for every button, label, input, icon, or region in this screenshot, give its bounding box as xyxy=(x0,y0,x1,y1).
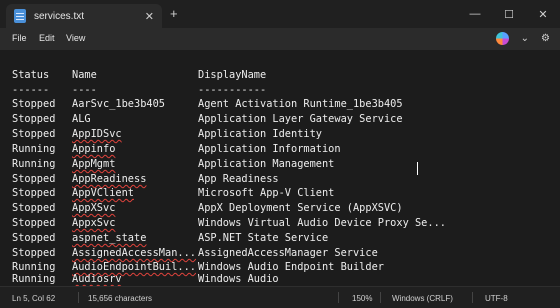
text-editor[interactable]: Status Name DisplayName ------ ---- ----… xyxy=(0,50,560,286)
new-tab-button[interactable]: + xyxy=(170,7,178,20)
row-status: Running xyxy=(12,273,56,285)
menu-view[interactable]: View xyxy=(66,33,85,43)
row-name: Audiosrv xyxy=(72,273,122,285)
cursor-position: Ln 5, Col 62 xyxy=(12,294,56,303)
row-displayname: AssignedAccessManager Service xyxy=(198,247,378,259)
row-displayname: Windows Audio xyxy=(198,273,279,285)
row-status: Stopped xyxy=(12,217,56,229)
row-status: Stopped xyxy=(12,187,56,199)
header-displayname: DisplayName xyxy=(198,69,267,81)
row-displayname: ASP.NET State Service xyxy=(198,232,329,244)
maximize-button[interactable]: ☐ xyxy=(492,0,526,28)
window-controls: — ☐ ✕ xyxy=(458,0,560,28)
menu-bar: File Edit View ⌄ ⚙ xyxy=(0,28,560,50)
minimize-button[interactable]: — xyxy=(458,0,492,28)
row-displayname: Application Layer Gateway Service xyxy=(198,113,403,125)
row-status: Stopped xyxy=(12,98,56,110)
menu-right-tools: ⌄ ⚙ xyxy=(495,32,550,45)
character-count: 15,656 characters xyxy=(88,294,153,303)
header-status: Status xyxy=(12,69,50,81)
row-status: Running xyxy=(12,158,56,170)
table-row: Stopped AssignedAccessMan... AssignedAcc… xyxy=(12,246,378,260)
settings-icon[interactable]: ⚙ xyxy=(541,33,550,44)
table-row: Running AppMgmt Application Management xyxy=(12,157,334,171)
title-bar: services.txt ✕ + — ☐ ✕ xyxy=(0,0,560,28)
table-row: Stopped AppVClient Microsoft App-V Clien… xyxy=(12,186,334,200)
row-displayname: App Readiness xyxy=(198,173,279,185)
row-name: AppVClient xyxy=(72,187,134,199)
row-displayname: Agent Activation Runtime_1be3b405 xyxy=(198,98,403,110)
menu-edit[interactable]: Edit xyxy=(39,33,55,43)
row-name: AppMgmt xyxy=(72,158,116,170)
row-status: Running xyxy=(12,143,56,155)
zoom-level[interactable]: 150% xyxy=(352,294,372,303)
row-status: Stopped xyxy=(12,232,56,244)
row-name: aspnet_state xyxy=(72,232,147,244)
row-status: Stopped xyxy=(12,128,56,140)
dash-displayname: ----------- xyxy=(198,84,267,96)
row-name: Appinfo xyxy=(72,143,116,155)
copilot-dropdown-icon[interactable]: ⌄ xyxy=(521,33,529,44)
text-caret xyxy=(417,162,418,175)
tab-title: services.txt xyxy=(34,10,85,22)
table-row: Stopped AppxSvc Windows Virtual Audio De… xyxy=(12,216,446,230)
dash-status: ------ xyxy=(12,84,50,96)
table-row: Stopped AppXSvc AppX Deployment Service … xyxy=(12,201,403,215)
dash-line: ------ ---- ----------- xyxy=(12,83,266,97)
menu-file[interactable]: File xyxy=(12,33,27,43)
row-name: AppXSvc xyxy=(72,202,116,214)
status-bar: Ln 5, Col 62 15,656 characters 150% Wind… xyxy=(0,286,560,308)
header-name: Name xyxy=(72,69,97,81)
row-name: ALG xyxy=(72,113,91,125)
row-displayname: Application Information xyxy=(198,143,341,155)
row-status: Stopped xyxy=(12,113,56,125)
encoding[interactable]: UTF-8 xyxy=(485,294,508,303)
dash-name: ---- xyxy=(72,84,97,96)
row-displayname: Application Identity xyxy=(198,128,322,140)
tab-close-icon[interactable]: ✕ xyxy=(145,10,154,23)
table-row: Stopped ALG Application Layer Gateway Se… xyxy=(12,112,403,126)
row-displayname: AppX Deployment Service (AppXSVC) xyxy=(198,202,403,214)
table-row: Stopped AppReadiness App Readiness xyxy=(12,172,279,186)
header-line: Status Name DisplayName xyxy=(12,68,266,82)
table-row: Running Appinfo Application Information xyxy=(12,142,341,156)
row-name: AarSvc_1be3b405 xyxy=(72,98,165,110)
table-row: Running Audiosrv Windows Audio xyxy=(12,272,279,286)
document-tab[interactable]: services.txt ✕ xyxy=(6,4,162,28)
status-divider xyxy=(472,292,473,303)
table-row: Stopped aspnet_state ASP.NET State Servi… xyxy=(12,231,328,245)
table-row: Stopped AarSvc_1be3b405 Agent Activation… xyxy=(12,97,403,111)
row-displayname: Windows Virtual Audio Device Proxy Se... xyxy=(198,217,446,229)
copilot-icon[interactable] xyxy=(495,32,509,45)
status-divider xyxy=(380,292,381,303)
table-row: Stopped AppIDSvc Application Identity xyxy=(12,127,322,141)
close-window-button[interactable]: ✕ xyxy=(526,0,560,28)
row-name: AssignedAccessMan... xyxy=(72,247,196,259)
row-status: Stopped xyxy=(12,202,56,214)
line-ending[interactable]: Windows (CRLF) xyxy=(392,294,453,303)
row-displayname: Microsoft App-V Client xyxy=(198,187,335,199)
status-divider xyxy=(338,292,339,303)
row-name: AppReadiness xyxy=(72,173,147,185)
row-name: AppxSvc xyxy=(72,217,116,229)
row-status: Stopped xyxy=(12,247,56,259)
row-name: AppIDSvc xyxy=(72,128,122,140)
row-status: Stopped xyxy=(12,173,56,185)
notepad-icon xyxy=(14,9,26,23)
status-divider xyxy=(78,292,79,303)
row-displayname: Application Management xyxy=(198,158,335,170)
